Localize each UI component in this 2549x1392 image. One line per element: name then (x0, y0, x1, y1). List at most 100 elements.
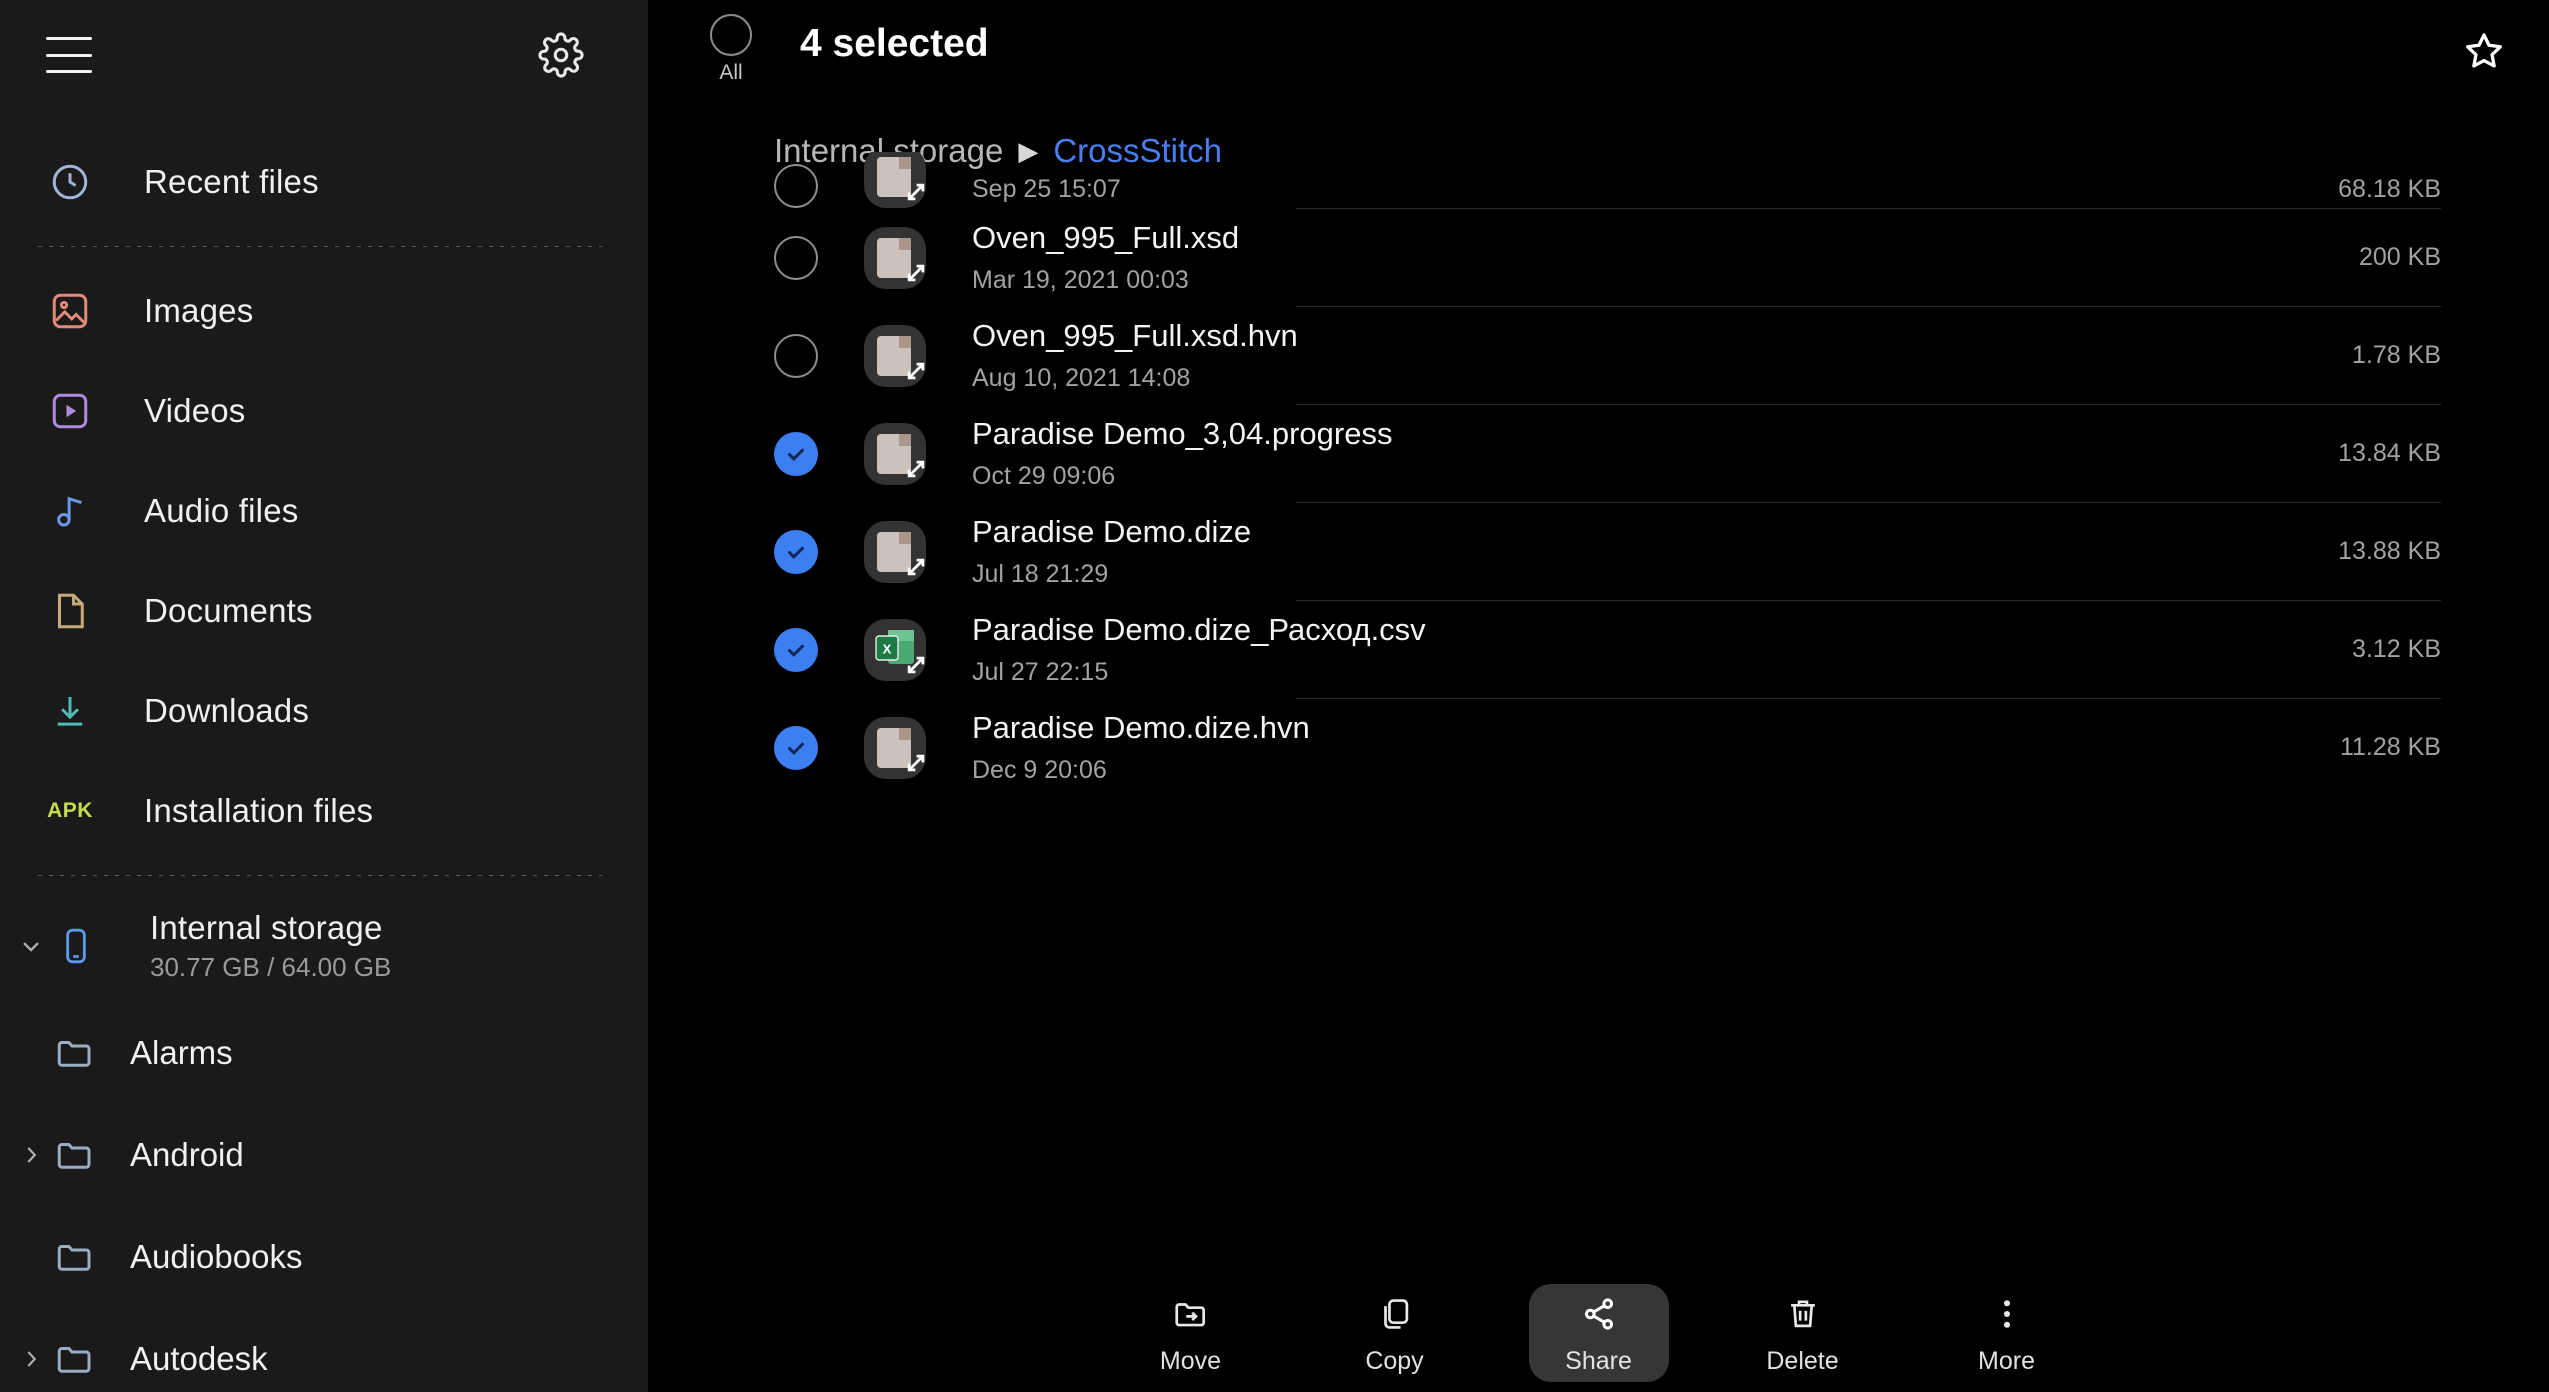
file-meta: Paradise Demo_3,04.progress Oct 29 09:06 (972, 416, 2338, 491)
more-button[interactable]: More (1937, 1284, 2077, 1382)
file-size: 13.88 KB (2338, 537, 2441, 565)
file-name: Paradise Demo.dize (972, 514, 1252, 550)
file-date: Aug 10, 2021 14:08 (972, 363, 1191, 392)
sidebar: Recent files Images Videos Audio files D… (0, 0, 648, 1392)
storage-label: Internal storage (150, 909, 383, 946)
file-icon (864, 716, 926, 779)
copy-button[interactable]: Copy (1325, 1284, 1465, 1382)
table-row[interactable]: Sep 25 15:07 68.18 KB (648, 152, 2549, 208)
folder-icon (52, 1234, 98, 1280)
expand-arrow-icon (901, 177, 931, 208)
table-row[interactable]: Paradise Demo.dize Jul 18 21:29 13.88 KB (648, 503, 2549, 600)
file-icon (864, 520, 926, 583)
move-folder-icon (1172, 1291, 1210, 1337)
selection-toolbar: All 4 selected (648, 0, 2549, 110)
more-vertical-icon (1988, 1291, 2026, 1337)
file-name: Paradise Demo_3,04.progress (972, 416, 1393, 452)
sidebar-item-label: Installation files (144, 792, 374, 829)
file-meta: Paradise Demo.dize.hvn Dec 9 20:06 (972, 710, 2340, 785)
select-all-label: All (719, 61, 743, 84)
move-button[interactable]: Move (1121, 1284, 1261, 1382)
sidebar-item-label: Recent files (144, 163, 319, 200)
page-title: 4 selected (800, 22, 989, 65)
chevron-right-icon[interactable] (10, 1346, 52, 1372)
table-row[interactable]: Oven_995_Full.xsd.hvn Aug 10, 2021 14:08… (648, 307, 2549, 404)
file-date: Mar 19, 2021 00:03 (972, 265, 1189, 294)
sidebar-item-label: Videos (144, 392, 246, 429)
storage-capacity: 30.77 GB / 64.00 GB (150, 952, 392, 982)
sidebar-item-label: Audio files (144, 492, 299, 529)
chevron-down-icon[interactable] (10, 932, 52, 960)
folder-icon (52, 1030, 98, 1076)
select-all-button[interactable]: All (704, 14, 758, 85)
sidebar-folder-autodesk[interactable]: Autodesk (0, 1308, 648, 1392)
expand-arrow-icon (901, 552, 931, 587)
row-checkbox[interactable] (774, 725, 818, 770)
sidebar-item-downloads[interactable]: Downloads (0, 661, 648, 761)
share-button[interactable]: Share (1528, 1284, 1669, 1382)
file-icon (864, 324, 926, 387)
sidebar-item-images[interactable]: Images (0, 261, 648, 361)
file-list[interactable]: Sep 25 15:07 68.18 KB Oven_995_Full.xsd … (648, 152, 2549, 1274)
file-meta: Oven_995_Full.xsd Mar 19, 2021 00:03 (972, 220, 2359, 295)
sidebar-item-label: Documents (144, 592, 313, 629)
expand-arrow-icon (901, 748, 931, 783)
main-panel: All 4 selected Internal storage ▶ CrossS… (648, 0, 2549, 1392)
star-outline-icon[interactable] (2461, 28, 2507, 79)
file-date: Dec 9 20:06 (972, 755, 1107, 784)
sidebar-item-label: Images (144, 292, 254, 329)
row-checkbox[interactable] (774, 333, 818, 378)
sidebar-item-installation-files[interactable]: APK Installation files (0, 761, 648, 861)
sidebar-folder-android[interactable]: Android (0, 1104, 648, 1206)
excel-icon: X (864, 618, 926, 681)
music-note-icon (46, 487, 94, 535)
sidebar-item-documents[interactable]: Documents (0, 561, 648, 661)
file-date: Jul 18 21:29 (972, 559, 1109, 588)
action-label: Copy (1365, 1346, 1424, 1375)
file-date: Oct 29 09:06 (972, 461, 1116, 490)
sidebar-item-recent-files[interactable]: Recent files (0, 132, 648, 232)
phone-icon (52, 922, 100, 970)
apk-badge-label: APK (47, 799, 93, 822)
sidebar-item-internal-storage[interactable]: Internal storage 30.77 GB / 64.00 GB (0, 890, 648, 1002)
sidebar-folder-audiobooks[interactable]: Audiobooks (0, 1206, 648, 1308)
folder-label: Audiobooks (130, 1237, 303, 1275)
row-checkbox[interactable] (774, 164, 818, 208)
delete-button[interactable]: Delete (1733, 1284, 1873, 1382)
row-checkbox[interactable] (774, 431, 818, 476)
file-icon (864, 226, 926, 289)
chevron-right-icon[interactable] (10, 1142, 52, 1168)
sidebar-item-audio-files[interactable]: Audio files (0, 461, 648, 561)
gear-icon[interactable] (538, 32, 584, 78)
trash-icon (1784, 1291, 1822, 1337)
folder-label: Autodesk (130, 1339, 268, 1377)
file-meta: Sep 25 15:07 (972, 166, 2338, 208)
row-checkbox[interactable] (774, 627, 818, 672)
clock-icon (46, 158, 94, 206)
folder-icon (52, 1132, 98, 1178)
file-size: 200 KB (2358, 243, 2441, 271)
file-icon (864, 422, 926, 485)
apk-icon: APK (46, 787, 94, 835)
row-checkbox[interactable] (774, 235, 818, 280)
circle-outline-icon (710, 14, 752, 56)
file-size: 68.18 KB (2338, 175, 2441, 203)
row-checkbox[interactable] (774, 529, 818, 574)
expand-arrow-icon (901, 454, 931, 489)
file-icon (864, 152, 926, 208)
sidebar-folder-alarms[interactable]: Alarms (0, 1002, 648, 1104)
file-size: 13.84 KB (2338, 439, 2441, 467)
file-meta: Paradise Demo.dize Jul 18 21:29 (972, 514, 2338, 589)
table-row[interactable]: Oven_995_Full.xsd Mar 19, 2021 00:03 200… (648, 209, 2549, 306)
sidebar-item-videos[interactable]: Videos (0, 361, 648, 461)
svg-text:X: X (883, 641, 892, 656)
action-label: Move (1159, 1346, 1222, 1375)
table-row[interactable]: Paradise Demo.dize.hvn Dec 9 20:06 11.28… (648, 699, 2549, 796)
file-meta: Oven_995_Full.xsd.hvn Aug 10, 2021 14:08 (972, 318, 2352, 393)
table-row[interactable]: X Paradise Demo.dize_Расход.csv Jul 27 2… (648, 601, 2549, 698)
table-row[interactable]: Paradise Demo_3,04.progress Oct 29 09:06… (648, 405, 2549, 502)
hamburger-menu-icon[interactable] (46, 37, 92, 73)
download-icon (46, 687, 94, 735)
file-name: Paradise Demo.dize_Расход.csv (972, 612, 1426, 648)
storage-text-column: Internal storage 30.77 GB / 64.00 GB (150, 909, 391, 983)
